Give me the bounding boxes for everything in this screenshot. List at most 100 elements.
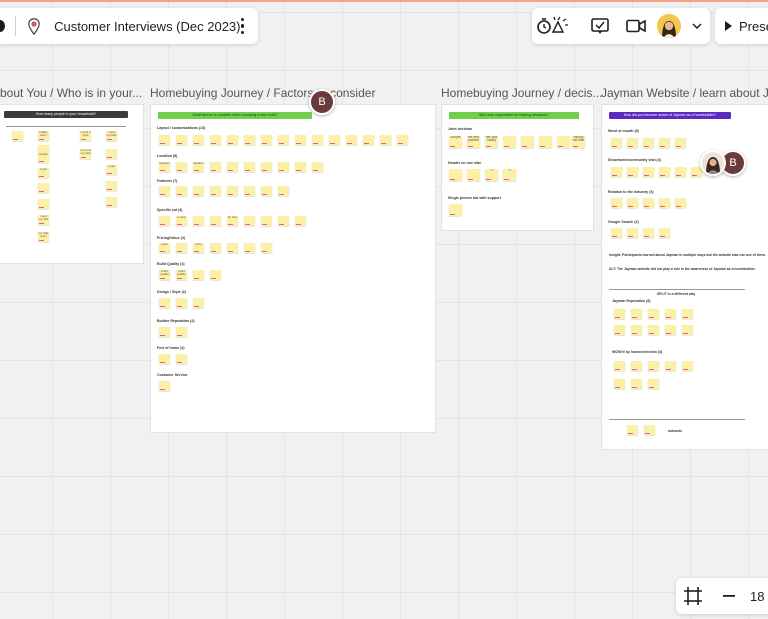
- sticky-note[interactable]: [261, 243, 272, 253]
- sticky-note[interactable]: [312, 135, 323, 145]
- sticky-note[interactable]: [611, 138, 622, 148]
- frame-title[interactable]: Homebuying Journey / Factors to consider: [150, 86, 375, 100]
- sticky-note[interactable]: [449, 204, 462, 216]
- sticky-note[interactable]: [210, 162, 221, 172]
- sticky-note[interactable]: [38, 199, 49, 209]
- sticky-note[interactable]: [611, 228, 622, 238]
- sticky-note[interactable]: [159, 381, 170, 391]
- sticky-note[interactable]: [627, 228, 638, 238]
- frame-factors[interactable]: What factors to consider when choosing a…: [150, 104, 436, 433]
- sticky-note[interactable]: 2 ppl: [38, 168, 49, 178]
- sticky-note[interactable]: [278, 162, 289, 172]
- sticky-note[interactable]: [210, 216, 221, 226]
- sticky-note[interactable]: [176, 243, 187, 253]
- sticky-note[interactable]: [503, 136, 516, 148]
- chevron-down-icon[interactable]: [684, 8, 710, 44]
- sticky-note[interactable]: her and hubby: [485, 136, 498, 148]
- sticky-note[interactable]: [38, 183, 49, 193]
- sticky-note[interactable]: [176, 186, 187, 196]
- sticky-note[interactable]: [643, 138, 654, 148]
- sticky-note[interactable]: [614, 379, 625, 389]
- sticky-note[interactable]: couple: [38, 153, 49, 163]
- sticky-note[interactable]: [627, 138, 638, 148]
- sticky-note[interactable]: [557, 136, 570, 148]
- sticky-note[interactable]: [106, 197, 117, 207]
- sticky-note[interactable]: i and my kids: [106, 131, 117, 141]
- sticky-note[interactable]: [278, 186, 289, 196]
- sticky-note[interactable]: [665, 325, 676, 335]
- sticky-note[interactable]: [227, 243, 238, 253]
- sticky-note[interactable]: [643, 167, 654, 177]
- sticky-note[interactable]: [659, 167, 670, 177]
- sticky-note[interactable]: [176, 162, 187, 172]
- frame-title[interactable]: Homebuying Journey / decis...: [441, 86, 602, 100]
- sticky-note[interactable]: [193, 135, 204, 145]
- sticky-note[interactable]: me and my wife: [80, 149, 91, 159]
- sticky-note[interactable]: my wife and i: [38, 232, 49, 242]
- user-avatar[interactable]: [654, 8, 684, 44]
- sticky-note[interactable]: [244, 243, 255, 253]
- sticky-note[interactable]: [627, 167, 638, 177]
- sticky-note[interactable]: [467, 169, 480, 181]
- board-options-icon[interactable]: [240, 17, 244, 35]
- frame-decisions[interactable]: Who was responsible for making decisions…: [441, 104, 594, 231]
- sticky-note[interactable]: [614, 309, 625, 319]
- sticky-note[interactable]: [210, 135, 221, 145]
- sticky-note[interactable]: [665, 361, 676, 371]
- sticky-note[interactable]: [648, 309, 659, 319]
- sticky-note[interactable]: [643, 228, 654, 238]
- sticky-note[interactable]: [611, 167, 622, 177]
- sticky-note[interactable]: [261, 216, 272, 226]
- comment-screen-icon[interactable]: [582, 8, 618, 44]
- sticky-note[interactable]: [176, 135, 187, 145]
- sticky-note[interactable]: [261, 186, 272, 196]
- board-title[interactable]: Customer Interviews (Dec 2023): [54, 19, 240, 34]
- sticky-note[interactable]: [159, 354, 170, 364]
- sticky-note[interactable]: [682, 361, 693, 371]
- sticky-note[interactable]: [176, 298, 187, 308]
- sticky-note[interactable]: [521, 136, 534, 148]
- sticky-note[interactable]: [295, 162, 306, 172]
- sticky-note[interactable]: [261, 162, 272, 172]
- sticky-note[interactable]: [244, 162, 255, 172]
- sticky-note[interactable]: [312, 162, 323, 172]
- sticky-note[interactable]: [329, 135, 340, 145]
- sticky-note[interactable]: [244, 186, 255, 196]
- sticky-note[interactable]: i and my wife: [38, 215, 49, 225]
- sticky-note[interactable]: [539, 136, 552, 148]
- sticky-note[interactable]: lot size: [227, 216, 238, 226]
- sticky-note[interactable]: [449, 169, 462, 181]
- sticky-note[interactable]: ??: [485, 169, 498, 181]
- app-menu-button[interactable]: [0, 8, 13, 44]
- sticky-note[interactable]: [176, 354, 187, 364]
- sticky-note[interactable]: [210, 243, 221, 253]
- sticky-note[interactable]: [295, 135, 306, 145]
- sticky-note[interactable]: [244, 135, 255, 145]
- sticky-note[interactable]: build quality: [176, 270, 187, 280]
- sticky-note[interactable]: [193, 270, 204, 280]
- sticky-note[interactable]: [227, 186, 238, 196]
- sticky-note[interactable]: mostly me wife: [572, 136, 585, 148]
- sticky-note[interactable]: [631, 379, 642, 389]
- sticky-note[interactable]: [631, 309, 642, 319]
- sticky-note[interactable]: [631, 361, 642, 371]
- sticky-note[interactable]: [614, 325, 625, 335]
- sticky-note[interactable]: [627, 198, 638, 208]
- sticky-note[interactable]: [106, 149, 117, 159]
- sticky-note[interactable]: price: [159, 243, 170, 253]
- frame-title[interactable]: Jayman Website / learn about Ja...: [601, 86, 768, 100]
- fit-to-screen-icon[interactable]: [676, 578, 710, 614]
- sticky-note[interactable]: [159, 298, 170, 308]
- zoom-out-button[interactable]: [712, 578, 746, 614]
- sticky-note[interactable]: 4 ppl: [106, 165, 117, 175]
- sticky-note[interactable]: location: [159, 162, 170, 172]
- sticky-note[interactable]: [648, 361, 659, 371]
- collaborator-stack[interactable]: B: [700, 150, 746, 176]
- sticky-note[interactable]: [106, 181, 117, 191]
- sticky-note[interactable]: [614, 361, 625, 371]
- sticky-note[interactable]: [193, 298, 204, 308]
- sticky-note[interactable]: [346, 135, 357, 145]
- frame-title[interactable]: bout You / Who is in your...: [0, 86, 142, 100]
- sticky-note[interactable]: [244, 216, 255, 226]
- sticky-note[interactable]: [159, 135, 170, 145]
